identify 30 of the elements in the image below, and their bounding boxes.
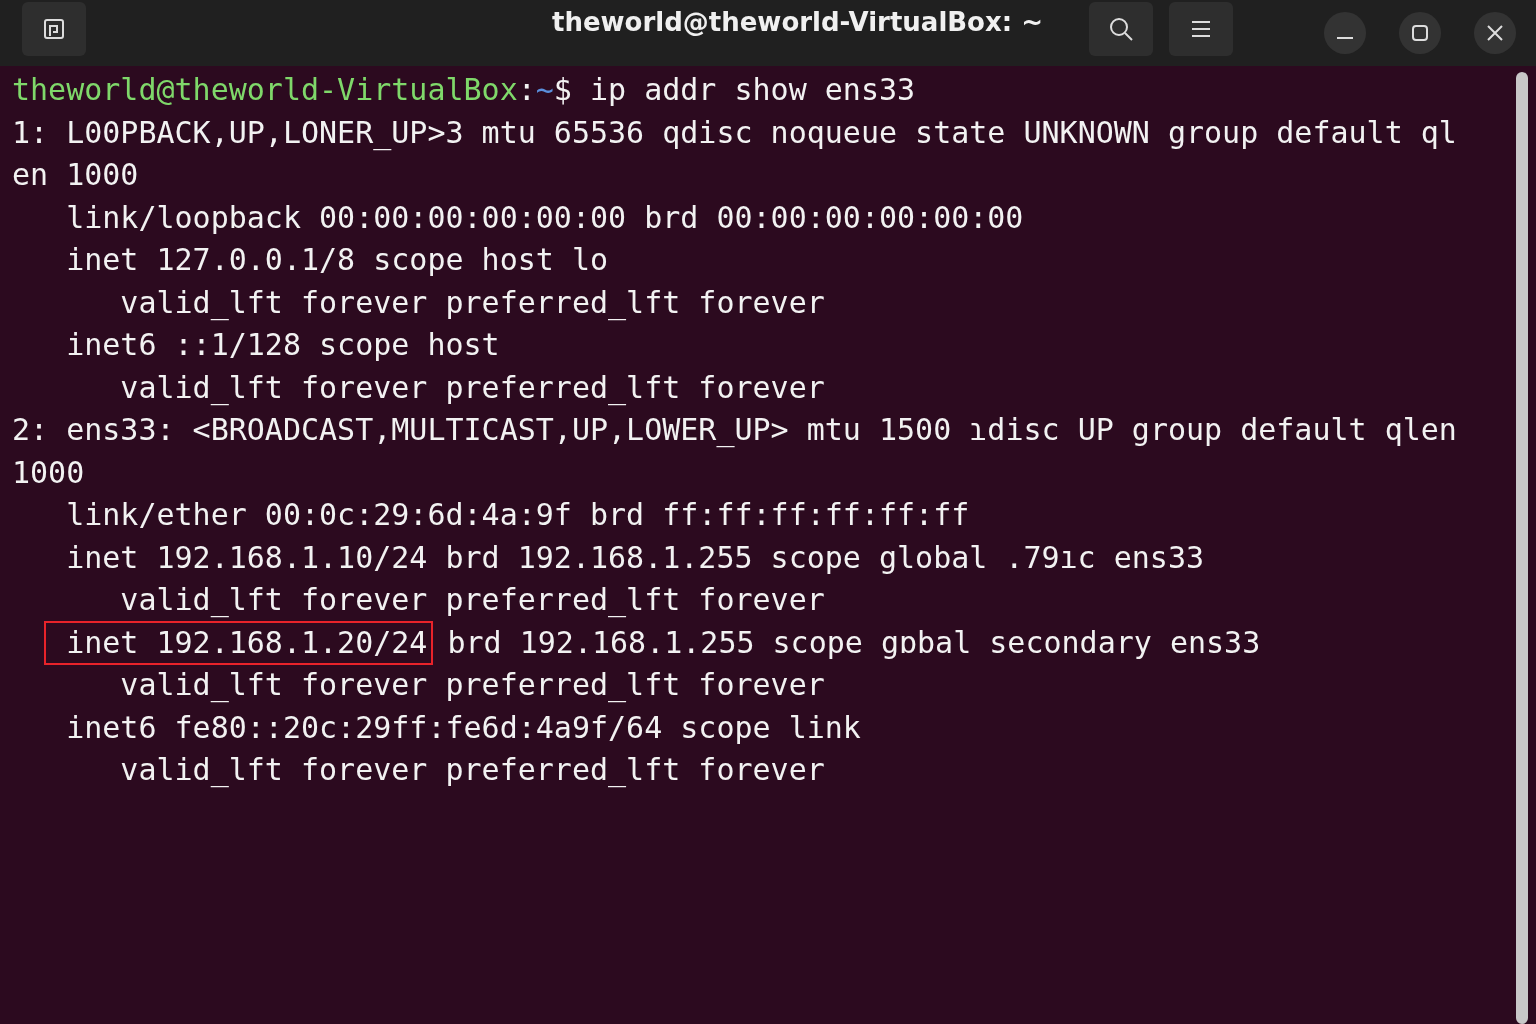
output-line: inet6 ::1/128 scope host (66, 326, 500, 364)
maximize-button[interactable] (1399, 12, 1441, 54)
output-line: 1: L00PBACK,UP,LONER_UP>3 mtu 65536 qdisc noqueue state UNKNOWN group default ql (12, 113, 1457, 153)
search-icon (1107, 15, 1135, 43)
maximize-icon (1411, 24, 1429, 42)
close-icon (1486, 24, 1504, 42)
output-line: brd 192.168.1.255 scope gɒbal secondary ens33 (447, 623, 1261, 662)
scrollbar[interactable] (1516, 72, 1528, 1024)
output-line: 2: ens33: <BROADCAST,MULTICAST,UP,LOWER_UP> mtu 1500 ɿdisc UP group default qlen (12, 411, 1457, 450)
output-line: inet 192.168.1.10/24 brd 192.168.1.255 scope global .79ıc ens33 (66, 538, 1205, 577)
menu-button[interactable] (1169, 2, 1233, 56)
output-line: inet6 fe80::20c:29ff:fe6d:4a9f/64 scope link (66, 708, 861, 747)
window-title: theworld@theworld-VirtualBox: ~ (551, 7, 1044, 37)
output-line: valid_lft forever preferred_lft forever (120, 751, 825, 790)
search-button[interactable] (1089, 2, 1153, 56)
output-line: valid_lft forever preferred_lft forever (120, 368, 825, 408)
prompt-line: theworld@theworld-VirtualBox:~$ ip addr show ens33 (12, 71, 916, 109)
new-tab-icon (41, 16, 67, 42)
new-tab-button[interactable] (22, 2, 86, 56)
output-line: 1000 (12, 453, 85, 492)
menu-icon (1190, 19, 1212, 39)
output-line: valid_lft forever preferred_lft forever (120, 581, 825, 620)
output-line: link/loopback 00:00:00:00:00:00 brd 00:00:00:00:00:00 (66, 198, 1024, 237)
output-line: valid_lft forever preferred_lft forever (120, 666, 825, 705)
output-line: link/ether 00:0c:29:6d:4a:9f brd ff:ff:ff:ff:ff:ff (66, 496, 970, 534)
minimize-icon (1337, 37, 1353, 39)
output-line: inet 127.0.0.1/8 scope host lo (66, 241, 609, 279)
output-line: en 1000 (12, 156, 139, 194)
output-line: valid_lft forever preferred_lft forever (120, 283, 825, 323)
close-button[interactable] (1474, 12, 1516, 54)
